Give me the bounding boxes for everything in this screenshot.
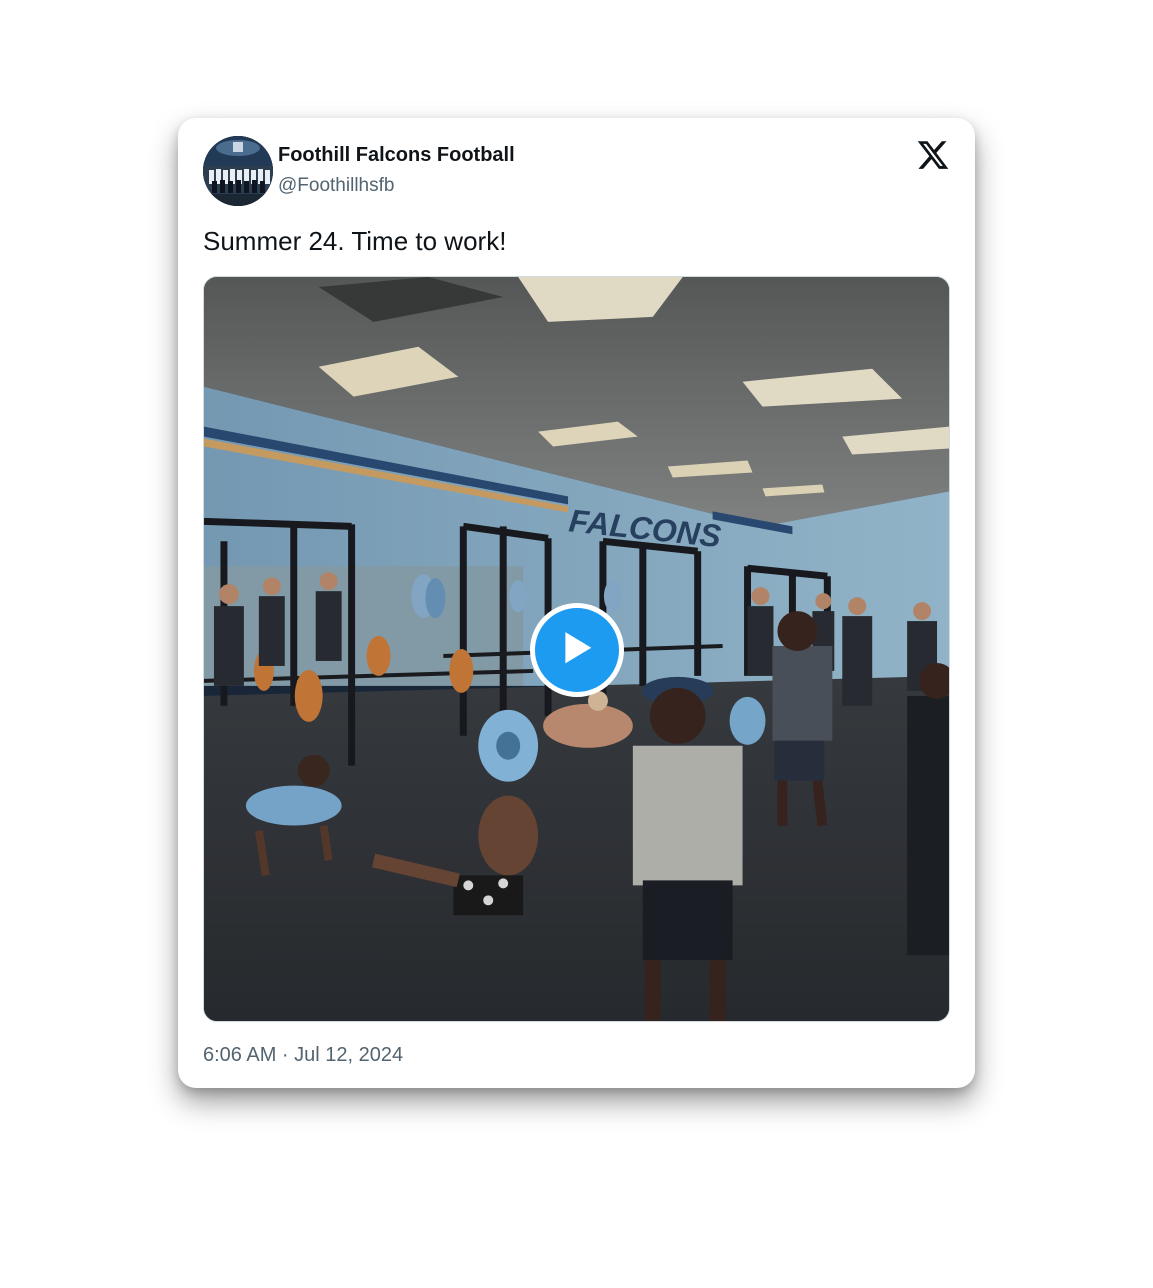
tweet-timestamp[interactable]: 6:06 AM · Jul 12, 2024 [203,1042,403,1068]
author-avatar[interactable] [203,136,273,206]
team-photo-avatar-icon [203,136,273,206]
author-names: Foothill Falcons Football @Foothillhsfb [278,142,515,199]
play-icon [565,632,592,664]
play-button[interactable] [530,603,624,697]
x-logo-icon[interactable] [916,138,950,172]
video-player[interactable]: FALCONS [203,276,950,1022]
tweet-header: Foothill Falcons Football @Foothillhsfb [203,136,950,206]
tweet-card[interactable]: Foothill Falcons Football @Foothillhsfb … [178,118,975,1088]
tweet-text: Summer 24. Time to work! [203,226,507,256]
author-display-name[interactable]: Foothill Falcons Football [278,142,515,168]
author-handle[interactable]: @Foothillhsfb [278,173,515,199]
